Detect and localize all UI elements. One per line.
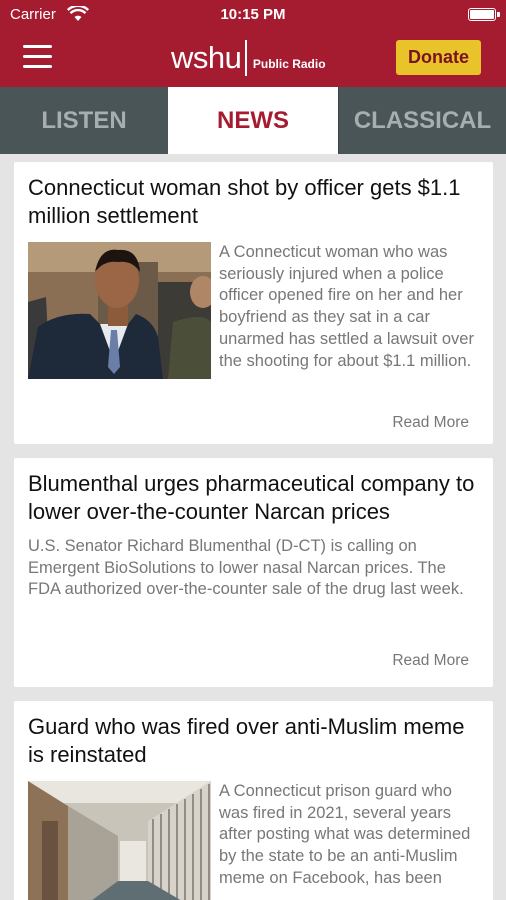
clock: 10:15 PM: [220, 6, 286, 23]
article-thumbnail[interactable]: [28, 242, 211, 379]
article-card[interactable]: Connecticut woman shot by officer gets $…: [14, 162, 493, 444]
logo-subtitle: Public Radio: [252, 57, 326, 71]
read-more-link[interactable]: Read More: [392, 414, 469, 432]
read-more-link[interactable]: Read More: [392, 652, 469, 670]
article-summary: U.S. Senator Richard Blumenthal (D-CT) i…: [28, 537, 464, 599]
donate-button[interactable]: Donate: [396, 40, 481, 75]
battery-icon: [468, 8, 500, 21]
article-card[interactable]: Blumenthal urges pharmaceutical company …: [14, 458, 493, 687]
article-card[interactable]: Guard who was fired over anti-Muslim mem…: [14, 701, 493, 900]
article-title[interactable]: Guard who was fired over anti-Muslim mem…: [28, 713, 479, 769]
logo-divider: [245, 40, 247, 76]
article-thumbnail[interactable]: [28, 781, 211, 900]
article-title[interactable]: Blumenthal urges pharmaceutical company …: [28, 470, 479, 526]
status-bar: Carrier 10:15 PM: [0, 0, 506, 30]
article-title[interactable]: Connecticut woman shot by officer gets $…: [28, 174, 479, 230]
tab-listen[interactable]: LISTEN: [0, 87, 168, 154]
app-bar: wshu Public Radio Donate: [0, 30, 506, 87]
wshu-logo: wshu Public Radio: [171, 40, 326, 76]
tab-news[interactable]: NEWS: [168, 87, 338, 154]
tab-classical[interactable]: CLASSICAL: [338, 87, 506, 154]
logo-brand: wshu: [171, 40, 242, 75]
menu-icon[interactable]: [23, 45, 52, 69]
tab-bar: LISTEN NEWS CLASSICAL: [0, 87, 506, 154]
